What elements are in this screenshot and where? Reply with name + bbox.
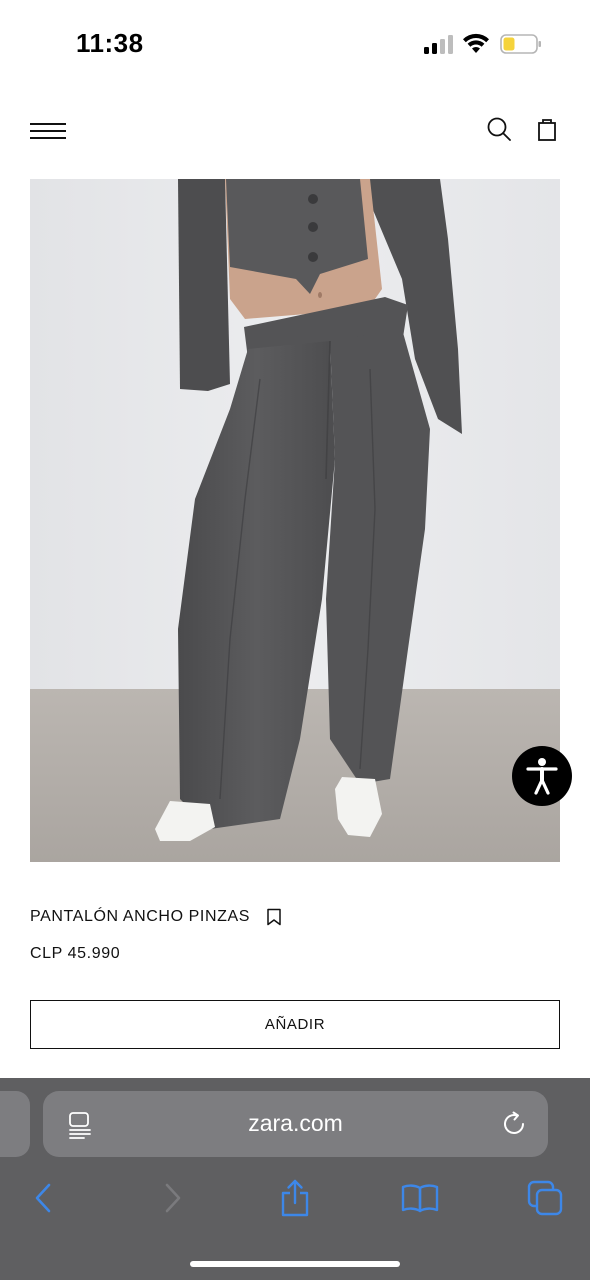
search-icon[interactable] <box>484 114 514 144</box>
url-text: zara.com <box>248 1110 343 1136</box>
bookmark-icon[interactable] <box>266 908 282 926</box>
battery-low-icon <box>500 34 541 54</box>
forward-icon[interactable] <box>152 1178 192 1218</box>
reload-icon[interactable] <box>501 1110 529 1138</box>
wifi-icon <box>463 33 489 53</box>
shopping-bag-icon[interactable] <box>532 114 562 144</box>
share-icon[interactable] <box>275 1178 315 1218</box>
accessibility-icon[interactable] <box>512 746 572 806</box>
back-icon[interactable] <box>24 1178 64 1218</box>
status-bar: 11:38 <box>0 0 590 90</box>
address-bar[interactable]: zara.com <box>43 1091 548 1157</box>
product-name: PANTALÓN ANCHO PINZAS <box>30 908 251 925</box>
product-image[interactable] <box>30 179 560 862</box>
browser-toolbar: zara.com <box>0 1078 590 1280</box>
add-to-cart-button[interactable]: AÑADIR <box>30 1000 560 1049</box>
previous-tab-preview[interactable] <box>0 1091 30 1157</box>
status-time: 11:38 <box>76 28 144 58</box>
home-indicator[interactable] <box>190 1261 400 1267</box>
product-title-row: PANTALÓN ANCHO PINZAS <box>30 906 282 928</box>
product-price: CLP 45.990 <box>30 945 121 962</box>
cellular-signal-icon <box>424 35 453 54</box>
hamburger-menu-icon[interactable] <box>28 118 68 144</box>
bookmarks-icon[interactable] <box>400 1178 440 1218</box>
site-header <box>0 100 590 160</box>
tabs-icon[interactable] <box>525 1178 565 1218</box>
